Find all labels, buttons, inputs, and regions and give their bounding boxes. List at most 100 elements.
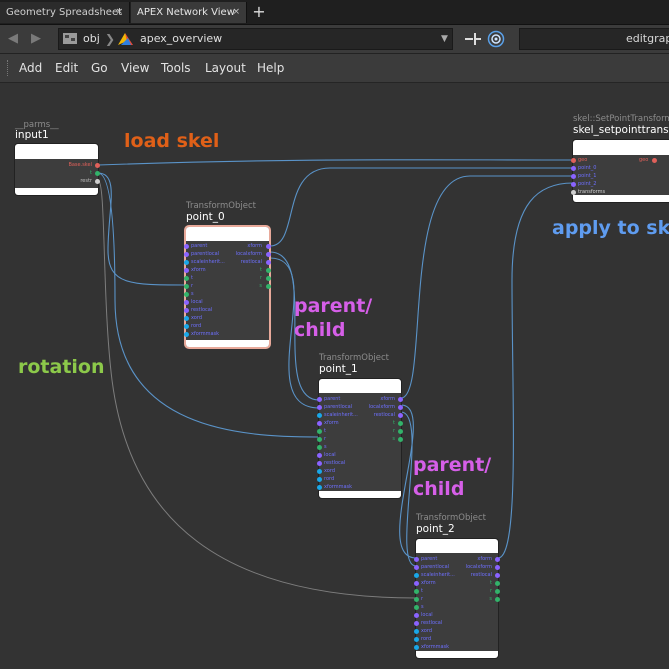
output-port[interactable] — [398, 429, 403, 434]
input-port[interactable] — [414, 613, 419, 618]
input-port[interactable] — [414, 565, 419, 570]
input-port[interactable] — [414, 645, 419, 650]
output-port-label: r — [259, 275, 262, 281]
output-port[interactable] — [266, 276, 271, 281]
output-port[interactable] — [95, 179, 100, 184]
output-port[interactable] — [495, 565, 500, 570]
input-port[interactable] — [317, 453, 322, 458]
input-port[interactable] — [414, 581, 419, 586]
output-port[interactable] — [266, 260, 271, 265]
node-footer — [573, 195, 669, 202]
input-port[interactable] — [317, 477, 322, 482]
input-port[interactable] — [414, 557, 419, 562]
output-port[interactable] — [495, 557, 500, 562]
input-port[interactable] — [184, 332, 189, 337]
input-port[interactable] — [184, 316, 189, 321]
input-port-label: restlocal — [191, 307, 213, 313]
input-port[interactable] — [184, 292, 189, 297]
output-port[interactable] — [398, 413, 403, 418]
output-port[interactable] — [652, 158, 657, 163]
node-header — [573, 140, 669, 155]
input-port-label: r — [324, 436, 327, 442]
node-footer — [186, 340, 269, 347]
input-port-label: parentlocal — [324, 404, 353, 410]
output-port[interactable] — [95, 171, 100, 176]
note-parent-child-1[interactable]: parent/ child — [294, 294, 372, 342]
input-port-label: xord — [324, 468, 336, 474]
input-port[interactable] — [317, 469, 322, 474]
output-port[interactable] — [495, 589, 500, 594]
node-point-0[interactable]: parent parentlocal scaleinherit... xform… — [184, 227, 271, 347]
input-port[interactable] — [317, 397, 322, 402]
input-port-label: xform — [191, 267, 206, 273]
input-port[interactable] — [571, 182, 576, 187]
note-load-skel[interactable]: load skel — [124, 130, 219, 152]
node-name-skel-setpointtransforms: skel_setpointtransforms — [573, 124, 669, 136]
input-port[interactable] — [184, 276, 189, 281]
node-input1[interactable]: Base.skel t restr — [15, 144, 100, 195]
node-point-2[interactable]: parent parentlocal scaleinherit... xform… — [414, 539, 500, 658]
input-port[interactable] — [317, 413, 322, 418]
note-rotation[interactable]: rotation — [18, 356, 105, 378]
output-port[interactable] — [495, 597, 500, 602]
output-port[interactable] — [266, 252, 271, 257]
note-apply-to-skel[interactable]: apply to skel — [552, 217, 669, 239]
input-port-label: xord — [191, 315, 203, 321]
input-port[interactable] — [317, 445, 322, 450]
input-port[interactable] — [184, 308, 189, 313]
note-line: child — [294, 319, 346, 341]
input-port-label: xord — [421, 628, 433, 634]
output-port[interactable] — [495, 581, 500, 586]
input-port[interactable] — [184, 300, 189, 305]
input-port-label: local — [324, 452, 336, 458]
input-port[interactable] — [571, 174, 576, 179]
input-port[interactable] — [571, 190, 576, 195]
output-port-label: restlocal — [470, 572, 492, 578]
input-port[interactable] — [184, 244, 189, 249]
output-port-label: r — [489, 588, 492, 594]
input-port-label: geo — [578, 157, 588, 163]
input-port[interactable] — [414, 573, 419, 578]
input-port[interactable] — [414, 629, 419, 634]
output-port[interactable] — [495, 573, 500, 578]
output-port[interactable] — [398, 437, 403, 442]
input-port-label: parentlocal — [421, 564, 450, 570]
input-port[interactable] — [184, 284, 189, 289]
input-port[interactable] — [317, 405, 322, 410]
input-port-label: s — [191, 291, 194, 297]
output-port[interactable] — [266, 284, 271, 289]
input-port-label: xformmask — [191, 331, 220, 337]
wire-r-point0 — [97, 172, 187, 286]
input-port[interactable] — [414, 605, 419, 610]
input-port[interactable] — [317, 485, 322, 490]
input-port[interactable] — [571, 158, 576, 163]
input-port-label: point_1 — [578, 173, 597, 179]
node-type-label: TransformObject — [319, 353, 389, 363]
input-port[interactable] — [317, 429, 322, 434]
input-port[interactable] — [184, 268, 189, 273]
input-port[interactable] — [414, 621, 419, 626]
input-port[interactable] — [184, 324, 189, 329]
input-port[interactable] — [317, 437, 322, 442]
input-port[interactable] — [317, 461, 322, 466]
output-port-label: localxform — [368, 404, 395, 410]
node-skel-setpointtransforms[interactable]: geo point_0 point_1 point_2 transforms g… — [571, 140, 669, 202]
output-port[interactable] — [266, 268, 271, 273]
input-port[interactable] — [571, 166, 576, 171]
output-port[interactable] — [266, 244, 271, 249]
output-port-label: t — [90, 170, 92, 176]
input-port[interactable] — [184, 252, 189, 257]
input-port[interactable] — [414, 597, 419, 602]
input-port[interactable] — [317, 421, 322, 426]
input-port[interactable] — [414, 589, 419, 594]
input-port-label: restlocal — [324, 460, 346, 466]
output-port[interactable] — [398, 421, 403, 426]
output-port[interactable] — [398, 405, 403, 410]
input-port-label: t — [421, 588, 423, 594]
input-port[interactable] — [184, 260, 189, 265]
output-port[interactable] — [95, 163, 100, 168]
input-port[interactable] — [414, 637, 419, 642]
output-port[interactable] — [398, 397, 403, 402]
note-parent-child-2[interactable]: parent/ child — [413, 453, 491, 501]
node-point-1[interactable]: parent parentlocal scaleinherit... xform… — [317, 379, 403, 498]
